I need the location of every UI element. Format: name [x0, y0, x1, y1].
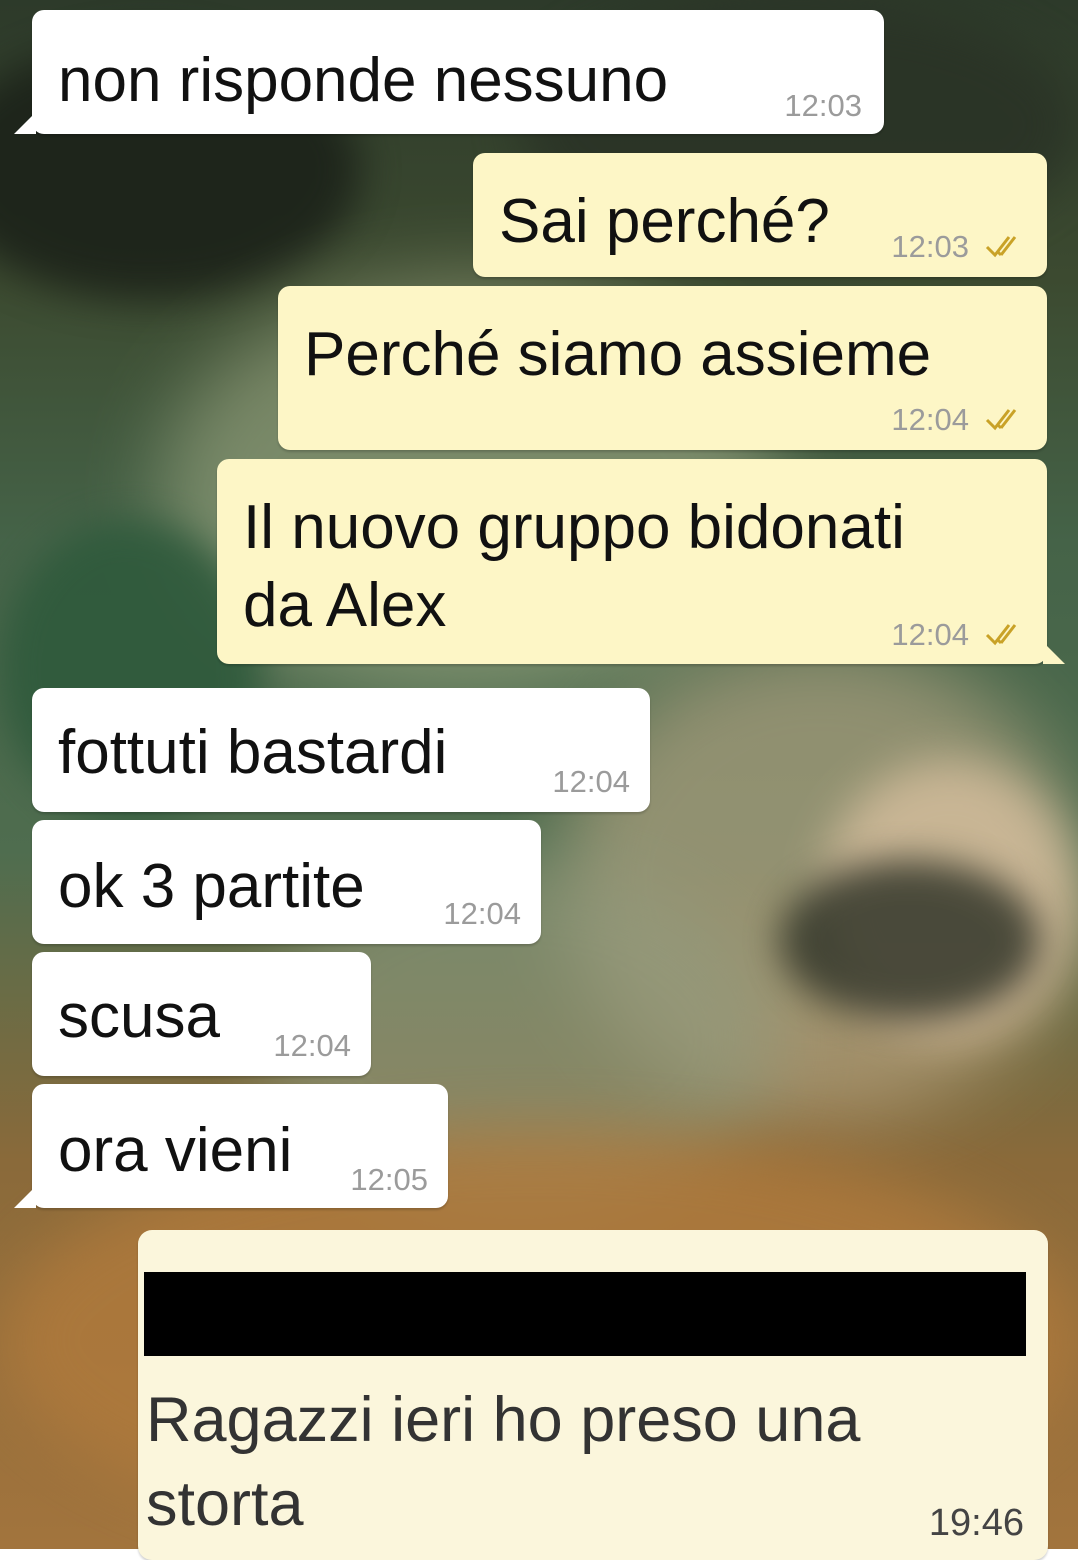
forwarded-screenshot[interactable]: Ragazzi ieri ho preso una storta 19:46 — [138, 1230, 1048, 1560]
message-bubble-outgoing[interactable]: Sai perché? 12:03 — [473, 153, 1047, 277]
message-timestamp: 12:04 — [552, 764, 630, 799]
message-timestamp: 12:04 — [273, 1028, 351, 1063]
message-bubble-outgoing[interactable]: Perché siamo assieme 12:04 — [278, 286, 1047, 450]
message-timestamp: 12:03 — [784, 88, 862, 123]
message-text: Sai perché? — [499, 187, 830, 256]
double-check-icon — [985, 624, 1017, 646]
message-timestamp: 12:04 — [443, 896, 521, 931]
message-bubble-incoming[interactable]: ok 3 partite 12:04 — [32, 820, 541, 944]
message-text: ora vieni — [58, 1116, 293, 1185]
forwarded-message-timestamp: 19:46 — [928, 1502, 1024, 1544]
message-bubble-outgoing[interactable]: Il nuovo gruppo bidonati da Alex 12:04 — [217, 459, 1065, 664]
double-check-icon — [985, 236, 1017, 258]
message-timestamp: 12:04 — [891, 617, 969, 652]
message-text: non risponde nessuno — [58, 46, 669, 115]
message-text-line-1: Il nuovo gruppo bidonati — [243, 493, 905, 562]
message-text: scusa — [58, 982, 220, 1051]
message-text: fottuti bastardi — [58, 718, 448, 787]
message-bubble-incoming[interactable]: fottuti bastardi 12:04 — [32, 688, 650, 812]
message-text: Perché siamo assieme — [304, 320, 932, 389]
message-text-line-2: da Alex — [243, 571, 447, 640]
redaction-bar — [144, 1272, 1026, 1356]
message-timestamp: 12:04 — [891, 402, 969, 437]
double-check-icon — [985, 409, 1017, 431]
message-timestamp: 12:05 — [350, 1162, 428, 1197]
message-bubble-incoming[interactable]: non risponde nessuno 12:03 — [14, 10, 884, 134]
forwarded-message-text: Ragazzi ieri ho preso una storta — [146, 1385, 861, 1539]
message-bubble-incoming[interactable]: ora vieni 12:05 — [14, 1084, 448, 1208]
message-text: ok 3 partite — [58, 852, 365, 921]
message-bubble-incoming[interactable]: scusa 12:04 — [32, 952, 371, 1076]
message-timestamp: 12:03 — [891, 229, 969, 264]
